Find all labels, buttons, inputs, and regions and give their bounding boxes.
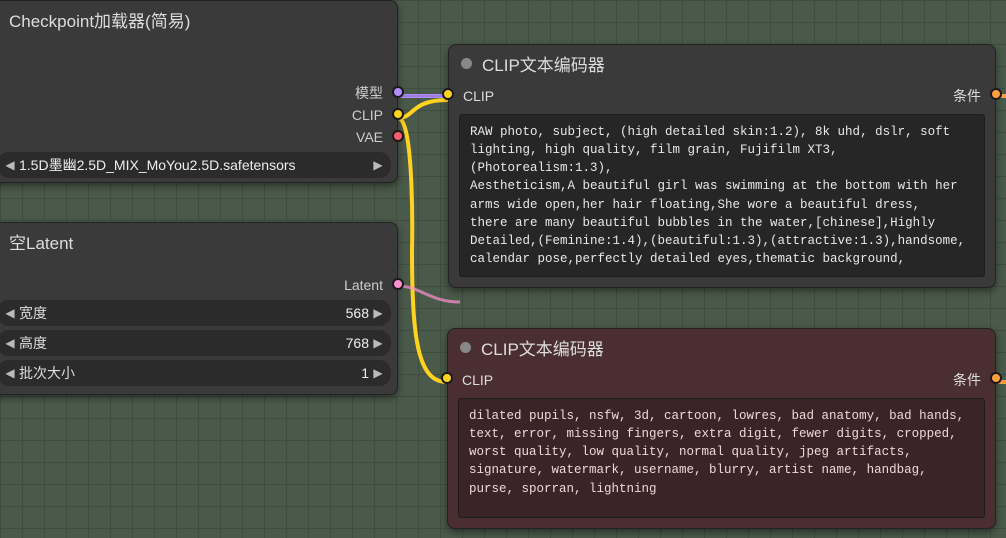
width-widget[interactable]: ◀ 宽度 568 ▶ — [0, 300, 391, 326]
widget-label: 高度 — [19, 333, 47, 353]
port-dot-clip-in[interactable] — [442, 88, 454, 100]
chevron-right-icon[interactable]: ▶ — [373, 336, 383, 350]
clip-text-encode-negative[interactable]: CLIP文本编码器 CLIP 条件 dilated pupils, nsfw, … — [447, 328, 996, 529]
port-dot-clip[interactable] — [392, 108, 404, 120]
chevron-left-icon[interactable]: ◀ — [5, 306, 15, 320]
port-dot-latent[interactable] — [392, 278, 404, 290]
empty-latent-node[interactable]: 空Latent Latent ◀ 宽度 568 ▶ ◀ 高度 768 ▶ ◀ 批… — [0, 222, 398, 395]
port-dot-cond-out[interactable] — [990, 372, 1002, 384]
title-text: 空Latent — [9, 229, 73, 254]
chevron-right-icon[interactable]: ▶ — [373, 158, 383, 172]
height-widget[interactable]: ◀ 高度 768 ▶ — [0, 330, 391, 356]
port-label: 条件 — [953, 370, 981, 390]
port-dot-clip-in[interactable] — [441, 372, 453, 384]
output-vae[interactable]: VAE — [0, 126, 397, 148]
widget-value: 568 — [47, 305, 369, 321]
port-label: 条件 — [953, 86, 981, 106]
ckpt-combo[interactable]: ◀ 1.5D墨幽2.5D_MIX_MoYou2.5D.safetensors ▶ — [0, 152, 391, 178]
chevron-left-icon[interactable]: ◀ — [5, 158, 15, 172]
port-label: 模型 — [351, 83, 397, 103]
widget-label: 宽度 — [19, 303, 47, 323]
clip-text-encode-positive[interactable]: CLIP文本编码器 CLIP 条件 RAW photo, subject, (h… — [448, 44, 996, 288]
chevron-left-icon[interactable]: ◀ — [5, 366, 15, 380]
port-dot-cond-out[interactable] — [990, 88, 1002, 100]
node-title: CLIP文本编码器 — [449, 45, 995, 84]
node-title: CLIP文本编码器 — [448, 329, 995, 368]
output-model[interactable]: 模型 — [0, 82, 397, 104]
chevron-right-icon[interactable]: ▶ — [373, 306, 383, 320]
port-label: CLIP — [348, 107, 397, 123]
output-clip[interactable]: CLIP — [0, 104, 397, 126]
output-latent[interactable]: Latent — [0, 274, 397, 296]
node-title: 空Latent — [0, 223, 397, 262]
widget-value: 768 — [47, 335, 369, 351]
prompt-textarea[interactable]: dilated pupils, nsfw, 3d, cartoon, lowre… — [458, 398, 985, 518]
port-label: VAE — [352, 129, 397, 145]
prompt-textarea[interactable]: RAW photo, subject, (high detailed skin:… — [459, 114, 985, 277]
port-dot-model[interactable] — [392, 86, 404, 98]
widget-value: 1 — [75, 365, 369, 381]
chevron-right-icon[interactable]: ▶ — [373, 366, 383, 380]
node-title: Checkpoint加载器(简易) — [0, 1, 397, 40]
collapse-dot-icon[interactable] — [460, 342, 471, 353]
title-text: Checkpoint加载器(简易) — [9, 7, 190, 32]
batch-widget[interactable]: ◀ 批次大小 1 ▶ — [0, 360, 391, 386]
title-text: CLIP文本编码器 — [482, 51, 605, 76]
chevron-left-icon[interactable]: ◀ — [5, 336, 15, 350]
widget-label: 批次大小 — [19, 363, 75, 383]
title-text: CLIP文本编码器 — [481, 335, 604, 360]
checkpoint-loader-node[interactable]: Checkpoint加载器(简易) 模型 CLIP VAE ◀ 1.5D墨幽2.… — [0, 0, 398, 183]
port-label: CLIP — [463, 88, 494, 104]
collapse-dot-icon[interactable] — [461, 58, 472, 69]
ckpt-value: 1.5D墨幽2.5D_MIX_MoYou2.5D.safetensors — [19, 155, 369, 175]
port-dot-vae[interactable] — [392, 130, 404, 142]
port-label: Latent — [340, 277, 397, 293]
port-label: CLIP — [462, 372, 493, 388]
